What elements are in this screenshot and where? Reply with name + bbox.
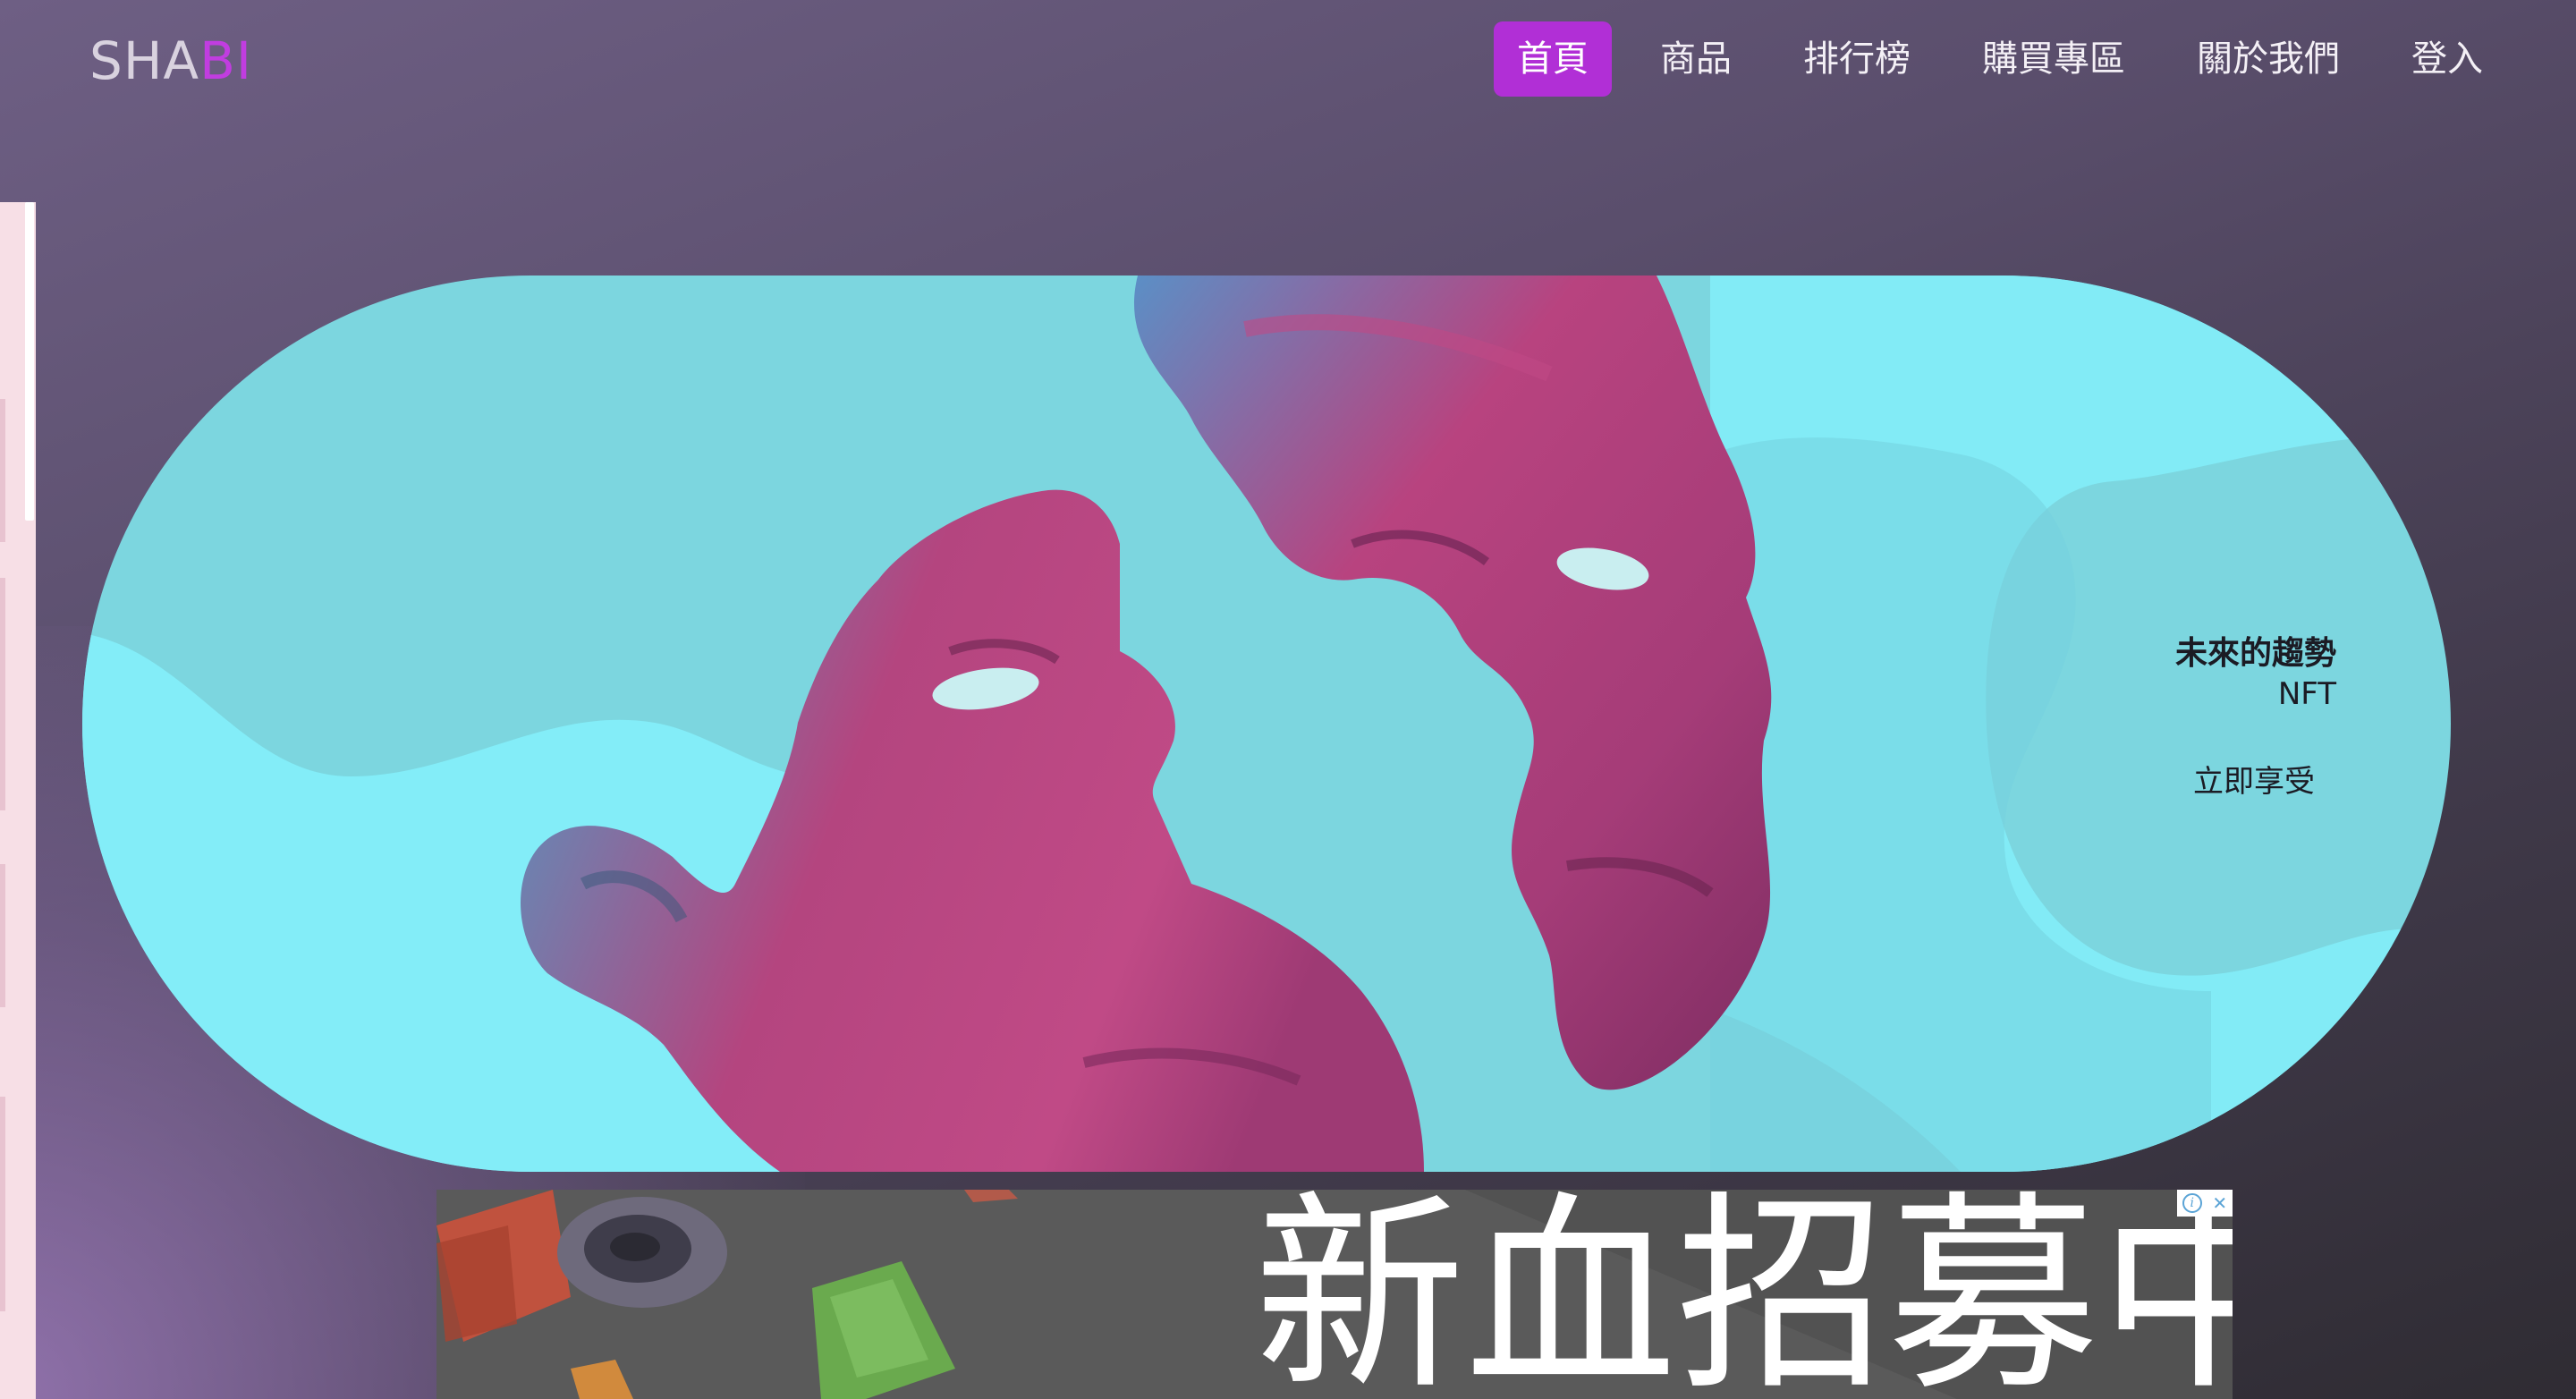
hero-subtitle: NFT [2277, 676, 2336, 712]
hero-cta-link[interactable]: 立即享受 [2193, 757, 2315, 801]
close-icon[interactable]: ✕ [2212, 1192, 2227, 1214]
hero-text-block: 未來的趨勢 NFT [2175, 633, 2336, 714]
nav-item-ranking[interactable]: 排行榜 [1780, 21, 1934, 97]
nav-item-home[interactable]: 首頁 [1494, 21, 1612, 97]
ad-banner[interactable]: 新血招募中 i ✕ [436, 1190, 2233, 1399]
hero-artwork [82, 276, 2451, 1172]
hero-title: 未來的趨勢 [2174, 635, 2336, 672]
side-tick [0, 864, 5, 1007]
nav-item-about[interactable]: 關於我們 [2174, 21, 2363, 97]
nav-item-purchase[interactable]: 購買專區 [1959, 21, 2148, 97]
logo-text-primary: SHA [89, 30, 200, 91]
main-nav: 首頁 商品 排行榜 購買專區 關於我們 登入 [1494, 21, 2506, 97]
nav-item-login[interactable]: 登入 [2388, 21, 2506, 97]
side-scroll-thumb[interactable] [25, 202, 34, 521]
side-tick [0, 1097, 5, 1311]
side-tick [0, 399, 5, 542]
logo-text-accent: BI [199, 30, 253, 91]
side-tick [0, 578, 5, 810]
info-icon[interactable]: i [2182, 1193, 2202, 1213]
ad-headline: 新血招募中 [1254, 1190, 2233, 1399]
nav-item-products[interactable]: 商品 [1637, 21, 1755, 97]
site-logo[interactable]: SHABI [89, 25, 252, 97]
ad-controls: i ✕ [2177, 1190, 2233, 1217]
hero-banner: 未來的趨勢 NFT 立即享受 [82, 276, 2451, 1172]
